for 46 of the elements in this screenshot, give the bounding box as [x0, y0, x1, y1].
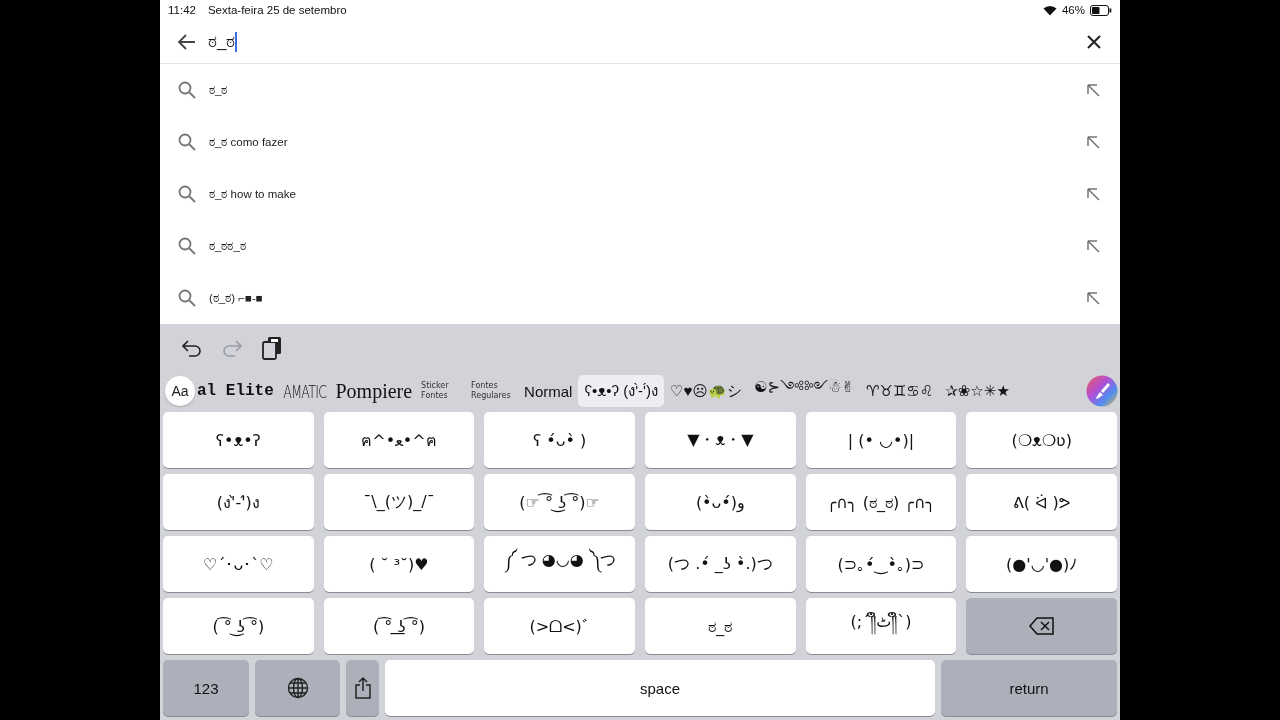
suggestion-text[interactable]: ಠ_ಠಠ_ಠ [209, 239, 1073, 253]
kaomoji-key[interactable]: ╭∩╮ (ಠ_ಠ) ╭∩╮ [805, 474, 957, 530]
status-time: 11:42 [168, 4, 196, 16]
search-field[interactable]: ಠ_ಠ [208, 28, 1074, 55]
kaomoji-key[interactable]: (>ᗝ<)ﾞ [484, 598, 635, 654]
font-style-tab[interactable]: AMATIC [278, 376, 331, 406]
kaomoji-key[interactable]: | (• ◡•)| [805, 412, 957, 468]
space-key[interactable]: space [385, 660, 935, 716]
kaomoji-key[interactable]: (;´༎ຶٹ༎ຶ`) [805, 598, 957, 654]
suggestion-text[interactable]: ಠ_ಠ how to make [209, 187, 1073, 201]
font-toggle-button[interactable]: Aa [165, 376, 195, 406]
kaomoji-key[interactable]: ( ˘ ³˘)♥ [323, 536, 475, 592]
kaomoji-key[interactable]: ༼ つ ◕◡◕ ༽つ [484, 536, 635, 592]
status-date: Sexta-feira 25 de setembro [207, 4, 347, 16]
kaomoji-key[interactable]: (つ .•́ _ʖ •̀.)つ [645, 536, 796, 592]
kaomoji-key[interactable]: ฅ^•ﻌ•^ฅ [323, 412, 475, 468]
kaomoji-key[interactable]: ᕕ( ᐛ )ᕗ [966, 474, 1117, 530]
kaomoji-key[interactable]: ♡´･ᴗ･`♡ [163, 536, 314, 592]
kaomoji-key[interactable]: (ง'̀-'́)ง [163, 474, 314, 530]
suggestion-text[interactable]: ಠ_ಠ [209, 83, 1073, 97]
kaomoji-key[interactable]: ▼・ᴥ・▼ [645, 412, 796, 468]
suggestion-text[interactable]: ಠ_ಠ como fazer [209, 135, 1073, 149]
kaomoji-key[interactable]: (⊃｡•́‿•̀｡)⊃ [805, 536, 957, 592]
font-style-tab[interactable]: ♈♉♊♋♌ [860, 378, 940, 404]
battery-percent: 46% [1061, 4, 1085, 16]
kaomoji-key[interactable]: ʕ•ᴥ•ʔ [163, 412, 314, 468]
kaomoji-key[interactable]: (•̀ᴗ•́)و [645, 474, 796, 530]
kaomoji-key[interactable]: ಠ_ಠ [645, 598, 796, 654]
font-style-tab[interactable]: ✰❀☆✳★ [939, 378, 1016, 404]
suggestion-text[interactable]: (ಠ_ಠ) ⌐■-■ [209, 291, 1073, 305]
return-key[interactable]: return [941, 660, 1117, 716]
kaomoji-key[interactable]: (❍ᴥ❍ʋ) [966, 412, 1117, 468]
font-style-tab[interactable]: Normal [518, 378, 579, 404]
font-style-tab[interactable]: Pompiere [329, 375, 419, 407]
font-style-tab[interactable]: Fontes Regulares [468, 380, 519, 402]
font-style-tab[interactable]: Sticker Fontes [418, 380, 469, 402]
kaomoji-key[interactable]: (☞ ͡° ͜ʖ ͡°)☞ [484, 474, 635, 530]
kaomoji-key[interactable]: ( ͡° ͜ʖ ͡°) [163, 598, 314, 654]
kaomoji-key[interactable]: ʕ •́ᴗ•̀ ) [484, 412, 635, 468]
kaomoji-key[interactable]: ¯\_(ツ)_/¯ [323, 474, 475, 530]
font-style-tab[interactable]: ☯⊱༺༻☃✌ [747, 372, 860, 410]
font-style-tab[interactable]: ♡♥☹🐢シ [663, 377, 748, 405]
kaomoji-key[interactable]: (●'◡'●)ﾉ [966, 536, 1117, 592]
numbers-key[interactable]: 123 [163, 660, 249, 716]
font-style-tab[interactable]: ʕ•ᴥ•ʔ (ง'̀-'́)ง [578, 375, 664, 407]
kaomoji-key[interactable]: ( ͡° ͟ʖ ͡°) [323, 598, 475, 654]
